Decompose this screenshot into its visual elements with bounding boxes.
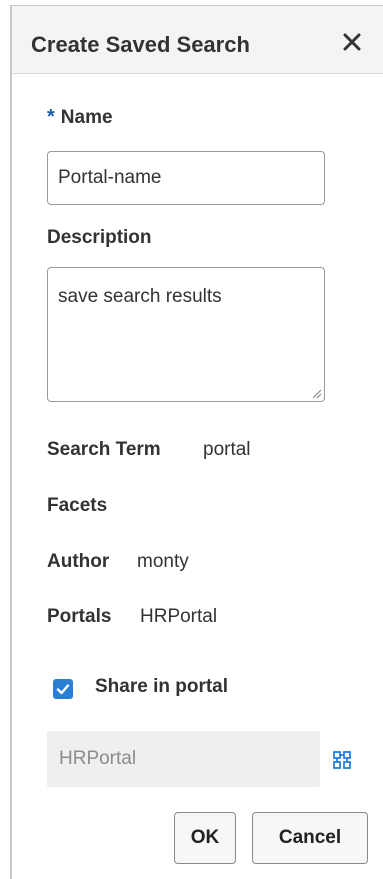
checkmark-icon [56, 684, 70, 695]
description-textarea[interactable]: save search results [47, 267, 325, 402]
author-label: Author [47, 551, 110, 572]
search-term-label: Search Term [47, 439, 161, 460]
author-value: monty [137, 551, 189, 572]
create-saved-search-dialog: Create Saved Search *Name Description sa… [10, 5, 383, 879]
name-label: * Name [47, 106, 113, 129]
required-marker: * [47, 106, 55, 128]
name-label-text: Name [60, 107, 113, 128]
cancel-button[interactable]: Cancel [252, 812, 368, 864]
portal-select-field[interactable]: HRPortal [47, 731, 320, 787]
facets-label: Facets [47, 495, 108, 516]
search-term-value: portal [203, 439, 251, 460]
resize-grip-icon[interactable] [310, 387, 322, 399]
close-button[interactable] [338, 28, 366, 56]
close-icon [343, 33, 361, 51]
ok-button[interactable]: OK [174, 812, 236, 864]
portals-label: Portals [47, 606, 112, 627]
portals-value: HRPortal [140, 606, 218, 627]
name-input[interactable] [47, 151, 325, 205]
share-in-portal-label[interactable]: Share in portal [95, 676, 228, 698]
portal-picker-icon[interactable] [330, 749, 354, 773]
dialog-header: Create Saved Search [12, 6, 383, 74]
share-in-portal-checkbox[interactable] [53, 679, 73, 699]
description-label: Description [47, 227, 152, 248]
dialog-title: Create Saved Search [31, 32, 250, 57]
